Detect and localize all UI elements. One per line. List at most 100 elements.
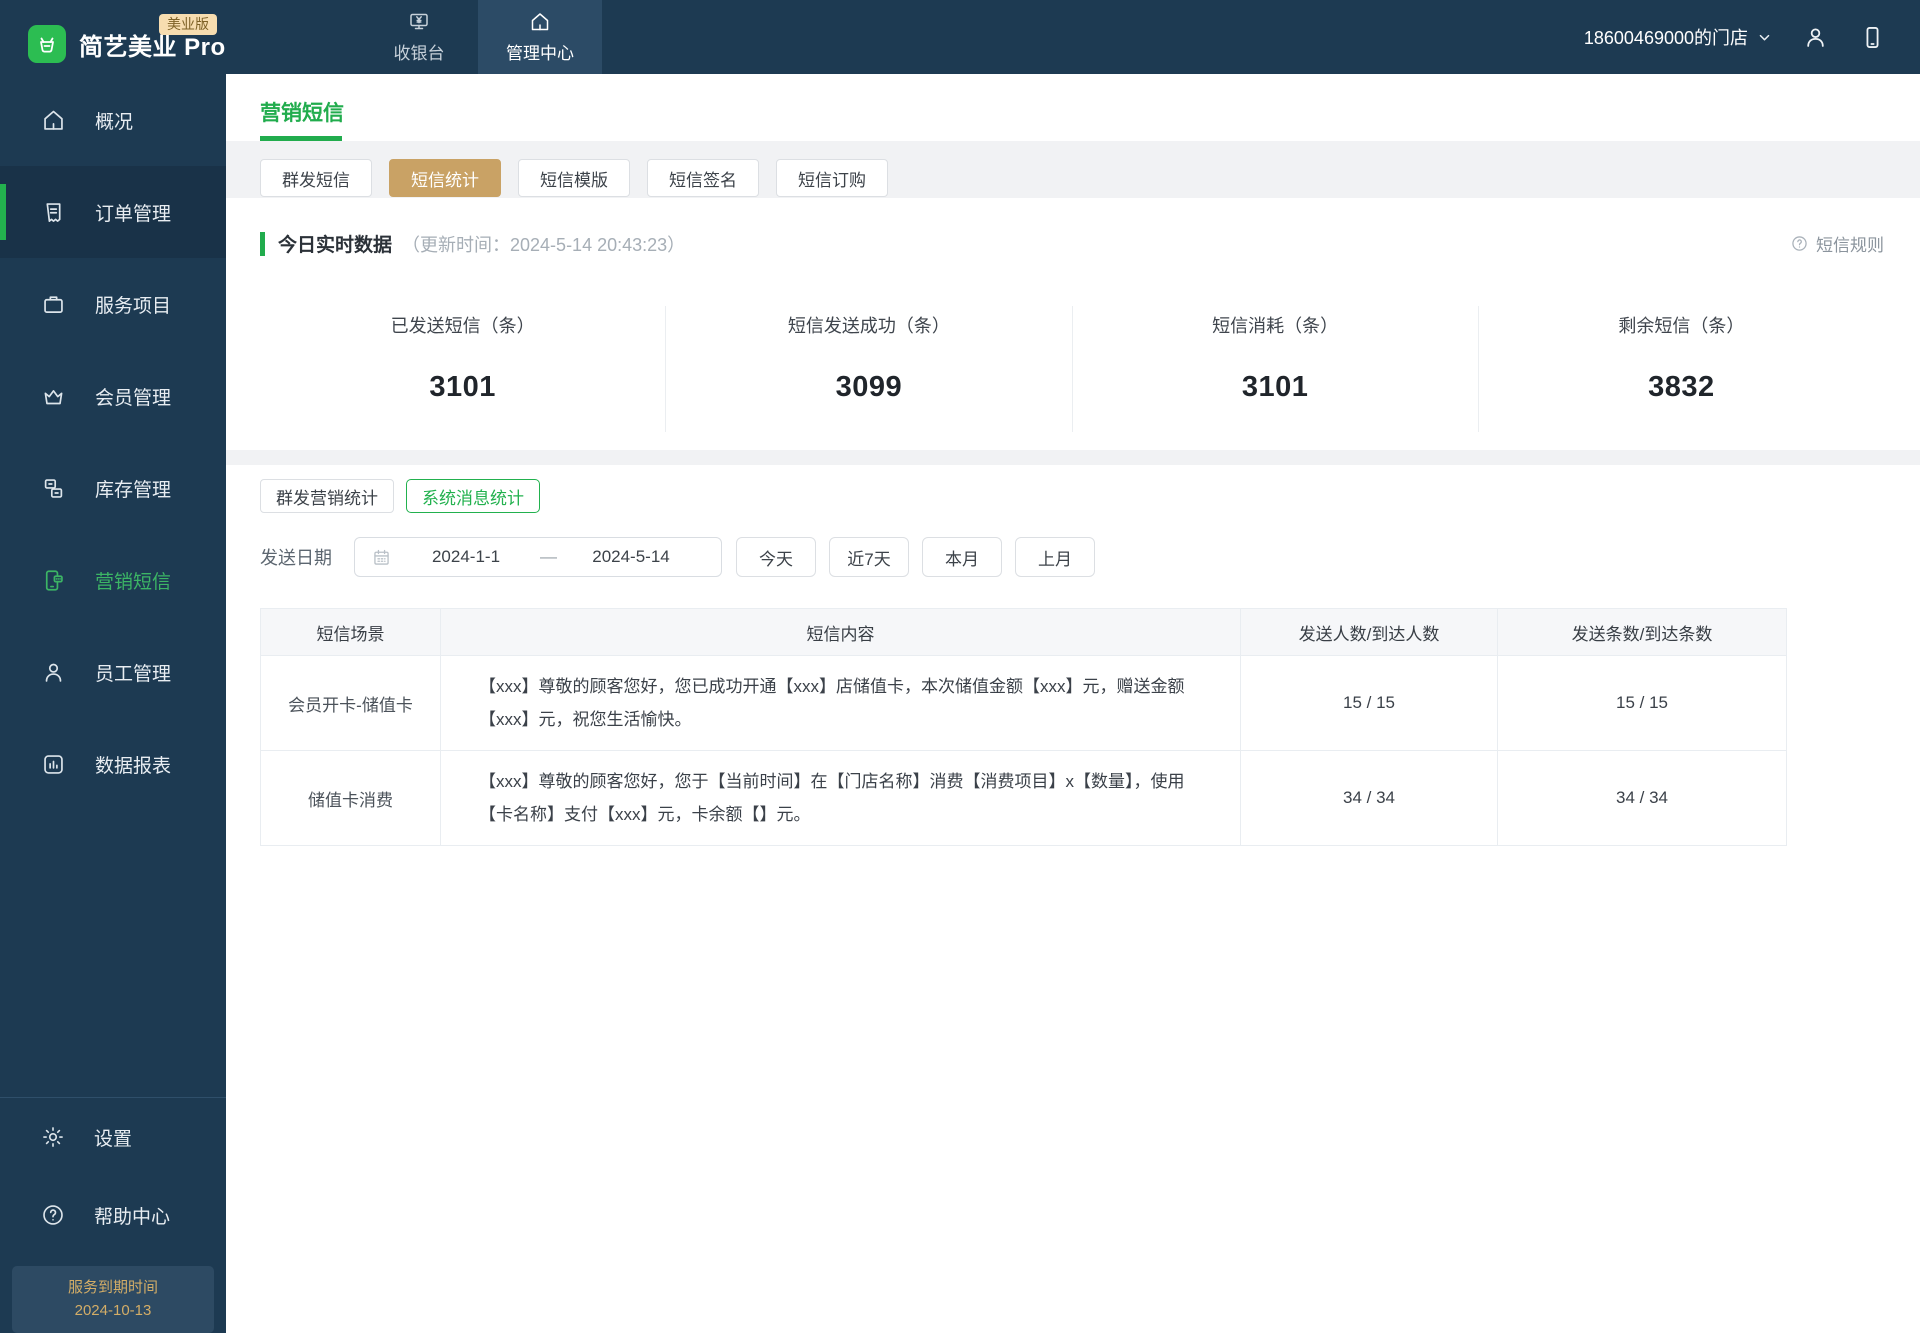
question-circle-icon — [1790, 234, 1809, 253]
sms-rules-label: 短信规则 — [1816, 236, 1884, 255]
quick-this-month-button[interactable]: 本月 — [922, 537, 1002, 577]
stat-label: 短信发送成功（条） — [787, 316, 950, 336]
edition-badge: 美业版 — [159, 14, 217, 35]
service-expiry-date: 2024-10-13 — [74, 1301, 152, 1319]
tab-cashier[interactable]: 收银台 — [360, 0, 478, 74]
report-chart-icon — [40, 751, 67, 778]
sidebar-item-orders[interactable]: 订单管理 — [0, 166, 226, 258]
quick-last-month-button[interactable]: 上月 — [1015, 537, 1095, 577]
date-end-value[interactable]: 2024-5-14 — [557, 547, 705, 567]
sidebar-item-label: 服务项目 — [95, 295, 172, 317]
tab-sms-purchase[interactable]: 短信订购 — [776, 159, 888, 197]
stat-value: 3101 — [429, 371, 496, 403]
sidebar-item-label: 营销短信 — [95, 571, 172, 593]
inventory-boxes-icon — [40, 475, 67, 502]
quick-date-buttons: 今天 近7天 本月 上月 — [736, 537, 1095, 577]
col-header-count: 发送条数/到达条数 — [1497, 608, 1787, 656]
order-receipt-icon — [40, 199, 67, 226]
page-title: 营销短信 — [260, 102, 344, 125]
service-expiry-box: 服务到期时间 2024-10-13 — [12, 1266, 214, 1333]
stat-value: 3832 — [1648, 371, 1715, 403]
cell-count: 15 / 15 — [1497, 655, 1787, 751]
main-content: 营销短信 群发短信 短信统计 短信模版 短信签名 短信订购 今日实时数据 （更新… — [226, 74, 1920, 1333]
cell-people: 34 / 34 — [1240, 750, 1498, 846]
stat-value: 3099 — [835, 371, 903, 403]
sidebar-item-sms-marketing[interactable]: 营销短信 — [0, 534, 226, 626]
sidebar-item-settings[interactable]: 设置 — [0, 1098, 226, 1176]
mobile-icon[interactable] — [1859, 24, 1886, 51]
table-row: 会员开卡-储值卡 【xxx】尊敬的顾客您好，您已成功开通【xxx】店储值卡，本次… — [260, 655, 1787, 751]
tab-sms-signature[interactable]: 短信签名 — [647, 159, 759, 197]
sidebar-item-label: 订单管理 — [95, 203, 172, 225]
date-filter-row: 发送日期 2024-1-1 — 2024-5-14 今天 近7天 本月 上月 — [260, 537, 1884, 577]
sidebar-item-reports[interactable]: 数据报表 — [0, 718, 226, 810]
cash-register-icon — [407, 10, 431, 34]
cell-content: 【xxx】尊敬的顾客您好，您于【当前时间】在【门店名称】消费【消费项目】x【数量… — [440, 750, 1241, 846]
crown-icon — [40, 383, 67, 410]
stat-consumed: 短信消耗（条） 3101 — [1071, 306, 1478, 432]
sms-rules-link[interactable]: 短信规则 — [1790, 231, 1884, 256]
sidebar-item-label: 帮助中心 — [94, 1206, 171, 1228]
statistic-type-tabs: 群发营销统计 系统消息统计 — [260, 479, 1884, 513]
tab-management-center[interactable]: 管理中心 — [478, 0, 602, 74]
realtime-update-time: （更新时间：2024-5-14 20:43:23） — [402, 234, 686, 255]
overview-icon — [40, 107, 67, 134]
tab-sms-statistics[interactable]: 短信统计 — [389, 159, 501, 197]
sidebar-item-label: 设置 — [94, 1128, 133, 1150]
help-question-icon — [40, 1202, 66, 1228]
quick-today-button[interactable]: 今天 — [736, 537, 816, 577]
tab-system-message-stats[interactable]: 系统消息统计 — [406, 479, 540, 513]
sidebar-item-services[interactable]: 服务项目 — [0, 258, 226, 350]
sidebar-item-overview[interactable]: 概况 — [0, 74, 226, 166]
gear-icon — [40, 1124, 66, 1150]
app-logo-icon — [28, 25, 66, 63]
sidebar-item-members[interactable]: 会员管理 — [0, 350, 226, 442]
account-icon[interactable] — [1802, 24, 1829, 51]
section-accent-bar — [260, 231, 265, 256]
store-name: 18600469000的门店 — [1583, 28, 1748, 48]
sms-tab-bar: 群发短信 短信统计 短信模版 短信签名 短信订购 — [226, 141, 1920, 198]
stat-sent: 已发送短信（条） 3101 — [260, 306, 665, 432]
sidebar-item-label: 库存管理 — [95, 479, 172, 501]
realtime-title: 今日实时数据 — [278, 235, 393, 256]
top-tabs: 收银台 管理中心 — [360, 0, 602, 74]
brand-area: 美业版 简艺美业 Pro — [0, 0, 300, 74]
date-start-value[interactable]: 2024-1-1 — [392, 547, 540, 567]
sidebar-item-label: 数据报表 — [95, 755, 172, 777]
cell-scene: 会员开卡-储值卡 — [260, 655, 441, 751]
sidebar-item-label: 员工管理 — [95, 663, 172, 685]
staff-person-icon — [40, 659, 67, 686]
sidebar: 概况 订单管理 服务项目 会员管理 库存管理 营销短信 员工管理 数据报表 设置… — [0, 74, 226, 1333]
app-window: 美业版 简艺美业 Pro 收银台 管理中心 18600469000的门店 概况 … — [0, 0, 1920, 1333]
tab-bulk-sms[interactable]: 群发短信 — [260, 159, 372, 197]
cell-content: 【xxx】尊敬的顾客您好，您已成功开通【xxx】店储值卡，本次储值金额【xxx】… — [440, 655, 1241, 751]
sidebar-item-label: 概况 — [95, 111, 134, 133]
stat-value: 3101 — [1241, 371, 1309, 403]
date-range-picker[interactable]: 2024-1-1 — 2024-5-14 — [354, 537, 722, 577]
sms-phone-icon — [40, 567, 67, 594]
service-expiry-label: 服务到期时间 — [67, 1279, 158, 1296]
store-switcher[interactable]: 18600469000的门店 — [1584, 24, 1772, 50]
realtime-section-header: 今日实时数据 （更新时间：2024-5-14 20:43:23） 短信规则 — [260, 230, 1884, 257]
stat-remaining: 剩余短信（条） 3832 — [1477, 306, 1884, 432]
stat-label: 短信消耗（条） — [1212, 316, 1339, 336]
chevron-down-icon — [1757, 30, 1772, 45]
section-separator — [226, 450, 1920, 465]
tab-bulk-marketing-stats[interactable]: 群发营销统计 — [260, 479, 394, 513]
cell-count: 34 / 34 — [1497, 750, 1787, 846]
quick-last7days-button[interactable]: 近7天 — [829, 537, 909, 577]
sidebar-item-help-center[interactable]: 帮助中心 — [0, 1176, 226, 1254]
sidebar-item-inventory[interactable]: 库存管理 — [0, 442, 226, 534]
tab-sms-templates[interactable]: 短信模版 — [518, 159, 630, 197]
calendar-icon — [371, 547, 392, 568]
col-header-scene: 短信场景 — [260, 608, 441, 656]
stat-label: 剩余短信（条） — [1618, 316, 1745, 336]
topbar-right: 18600469000的门店 — [1584, 0, 1920, 74]
tab-cashier-label: 收银台 — [393, 44, 445, 63]
cell-people: 15 / 15 — [1240, 655, 1498, 751]
col-header-people: 发送人数/到达人数 — [1240, 608, 1498, 656]
home-icon — [528, 10, 552, 34]
stat-success: 短信发送成功（条） 3099 — [665, 306, 1071, 432]
sidebar-item-staff[interactable]: 员工管理 — [0, 626, 226, 718]
date-separator: — — [540, 547, 557, 566]
